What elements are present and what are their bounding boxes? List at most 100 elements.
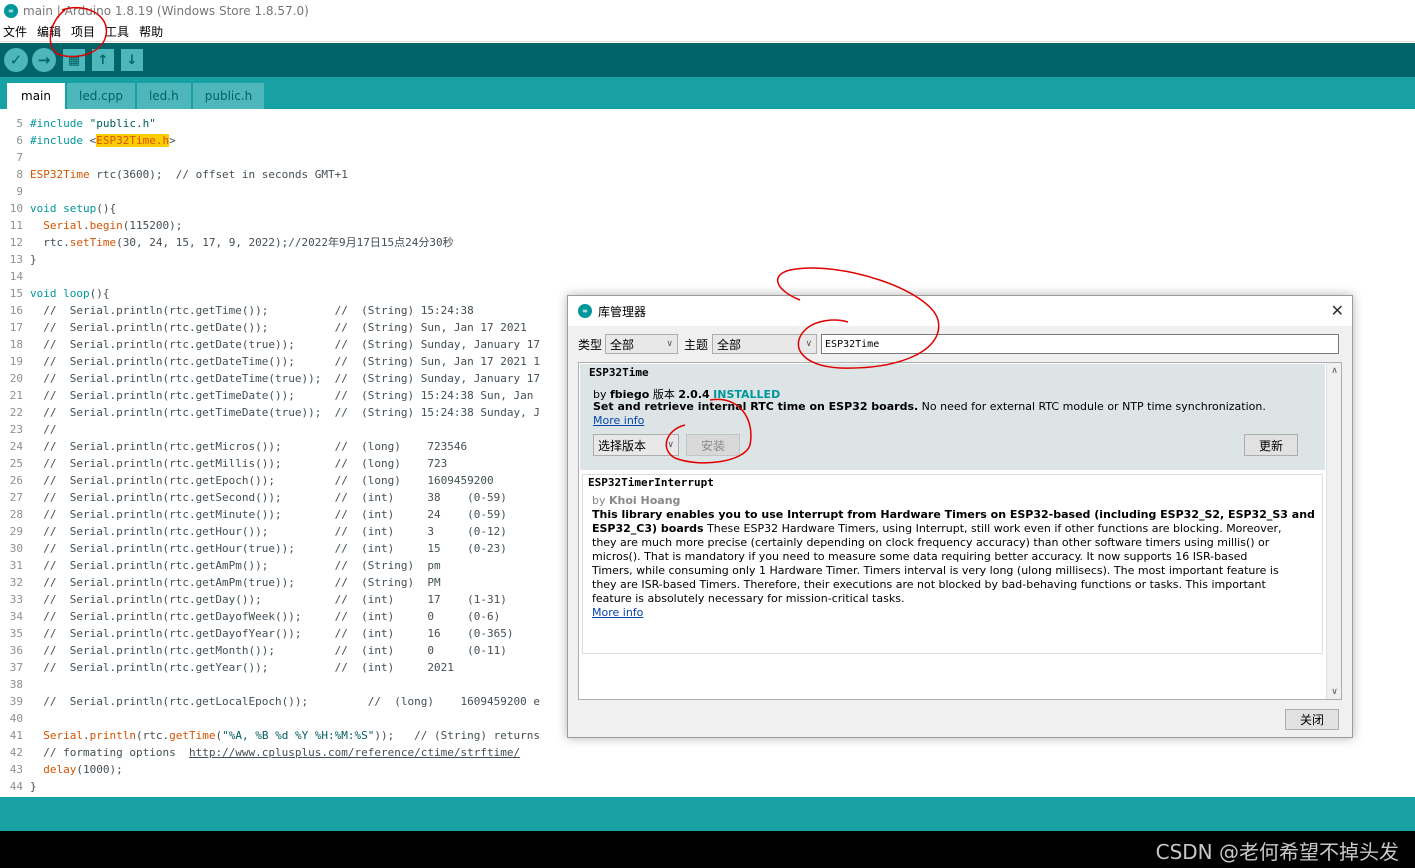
- desc-line: ESP32_C3) boards: [592, 522, 704, 535]
- line-number: 24: [9, 440, 23, 453]
- topic-select[interactable]: 全部 ∨: [712, 334, 818, 354]
- more-info-link[interactable]: More info: [592, 606, 643, 619]
- line-number: 36: [9, 644, 23, 657]
- more-info-link[interactable]: More info: [593, 414, 644, 427]
- dialog-title-bar: ∞ 库管理器 ✕: [568, 296, 1352, 326]
- verify-button[interactable]: ✓: [4, 48, 28, 72]
- line-number: 28: [9, 508, 23, 521]
- tab-main[interactable]: main: [7, 83, 65, 109]
- desc-line: feature is absolutely necessary for miss…: [592, 592, 905, 605]
- window-title: main | Arduino 1.8.19 (Windows Store 1.8…: [23, 4, 309, 18]
- by-label: by: [592, 494, 606, 507]
- line-number: 8: [16, 168, 23, 181]
- line-number: 25: [9, 457, 23, 470]
- watermark: CSDN @老何希望不掉头发: [1155, 840, 1399, 864]
- menu-bar: 文件 编辑 项目 工具 帮助: [0, 22, 1415, 42]
- version-select-label: 选择版本: [598, 438, 647, 453]
- line-number: 12: [9, 236, 23, 249]
- title-bar: ∞ main | Arduino 1.8.19 (Windows Store 1…: [0, 0, 1415, 22]
- code-line: #include <ESP32Time.h>: [30, 134, 176, 147]
- line-number: 10: [9, 202, 23, 215]
- code-line: // formating options http://www.cplusplu…: [30, 746, 521, 759]
- library-name: ESP32Time: [589, 366, 649, 379]
- line-number: 22: [9, 406, 23, 419]
- version-select[interactable]: 选择版本 ∨: [593, 434, 679, 456]
- library-item-esp32timerinterrupt[interactable]: ESP32TimerInterrupt by Khoi Hoang This l…: [582, 474, 1323, 654]
- author: Khoi Hoang: [609, 494, 681, 507]
- topic-value: 全部: [717, 337, 742, 352]
- tab-led-h[interactable]: led.h: [136, 83, 191, 109]
- save-button[interactable]: ↓: [121, 49, 143, 71]
- line-number: 35: [9, 627, 23, 640]
- line-number: 39: [9, 695, 23, 708]
- line-number: 5: [16, 117, 23, 130]
- code-line: ESP32Time rtc(3600); // offset in second…: [30, 168, 348, 181]
- toolbar: ✓ → ▦ ↑ ↓: [0, 43, 1415, 77]
- tab-led-cpp[interactable]: led.cpp: [66, 83, 135, 109]
- library-list[interactable]: ESP32Time by fbiego 版本 2.0.4 INSTALLED S…: [578, 362, 1342, 700]
- line-number: 43: [9, 763, 23, 776]
- list-scrollbar[interactable]: ∧ ∨: [1326, 363, 1341, 699]
- line-number-gutter: 5 6 7 8 9 10 11 12 13 14 15 16 17 18 19 20 21 22 23 24 25 26 2…: [0, 115, 26, 795]
- search-value: ESP32Time: [825, 338, 880, 350]
- arduino-ide-window: ∞ main | Arduino 1.8.19 (Windows Store 1…: [0, 0, 1415, 868]
- close-icon[interactable]: ✕: [1331, 301, 1344, 320]
- line-number: 20: [9, 372, 23, 385]
- menu-sketch[interactable]: 项目: [71, 23, 95, 40]
- tab-bar: main led.cpp led.h public.h: [0, 77, 1415, 109]
- line-number: 38: [9, 678, 23, 691]
- code-line: }: [30, 253, 37, 266]
- line-number: 29: [9, 525, 23, 538]
- desc: No need for external RTC module or NTP t…: [918, 400, 1266, 413]
- code-line: [30, 183, 1410, 200]
- line-number: 14: [9, 270, 23, 283]
- desc-line: they are ISR-based Timers. Therefore, th…: [592, 578, 1266, 591]
- install-button[interactable]: 安装: [686, 434, 740, 456]
- search-input[interactable]: ESP32Time: [821, 334, 1340, 354]
- line-number: 42: [9, 746, 23, 759]
- code-line: void setup(){: [30, 202, 117, 215]
- menu-file[interactable]: 文件: [3, 23, 27, 40]
- chevron-down-icon: ∨: [666, 339, 674, 349]
- code-line: delay(1000);: [43, 763, 123, 776]
- open-button[interactable]: ↑: [92, 49, 114, 71]
- desc-bold: Set and retrieve internal RTC time on ES…: [593, 400, 919, 413]
- update-button[interactable]: 更新: [1244, 434, 1298, 456]
- line-number: 19: [9, 355, 23, 368]
- line-number: 6: [16, 134, 23, 147]
- dialog-title: 库管理器: [598, 304, 647, 319]
- menu-tools[interactable]: 工具: [105, 23, 129, 40]
- desc-line: they are much more precise (certainly de…: [592, 536, 1270, 549]
- line-number: 33: [9, 593, 23, 606]
- scroll-down-icon[interactable]: ∨: [1327, 684, 1342, 699]
- desc-line: Timers, while consuming only 1 Hardware …: [592, 564, 1279, 577]
- upload-button[interactable]: →: [32, 48, 56, 72]
- line-number: 11: [9, 219, 23, 232]
- new-sketch-button[interactable]: ▦: [63, 49, 85, 71]
- line-number: 30: [9, 542, 23, 555]
- line-number: 16: [9, 304, 23, 317]
- menu-edit[interactable]: 编辑: [37, 23, 61, 40]
- line-number: 13: [9, 253, 23, 266]
- line-number: 31: [9, 559, 23, 572]
- line-number: 18: [9, 338, 23, 351]
- line-number: 17: [9, 321, 23, 334]
- close-button[interactable]: 关闭: [1285, 709, 1339, 730]
- code-line: [30, 268, 1410, 285]
- scroll-up-icon[interactable]: ∧: [1327, 363, 1342, 378]
- menu-help[interactable]: 帮助: [139, 23, 163, 40]
- desc-line: micros(). That is mandatory if you need …: [592, 550, 1248, 563]
- library-description: Set and retrieve internal RTC time on ES…: [593, 400, 1266, 413]
- line-number: 40: [9, 712, 23, 725]
- chevron-down-icon: ∨: [805, 339, 813, 349]
- line-number: 37: [9, 661, 23, 674]
- line-number: 34: [9, 610, 23, 623]
- type-select[interactable]: 全部 ∨: [605, 334, 679, 354]
- topic-label: 主题: [684, 337, 709, 352]
- library-item-esp32time[interactable]: ESP32Time by fbiego 版本 2.0.4 INSTALLED S…: [580, 364, 1325, 470]
- arduino-logo-icon: ∞: [578, 304, 592, 318]
- tab-public-h[interactable]: public.h: [192, 83, 265, 109]
- line-number: 27: [9, 491, 23, 504]
- library-manager-dialog: ∞ 库管理器 ✕ 类型 全部 ∨ 主题 全部 ∨ ESP32Time ESP32…: [567, 295, 1353, 738]
- line-number: 21: [9, 389, 23, 402]
